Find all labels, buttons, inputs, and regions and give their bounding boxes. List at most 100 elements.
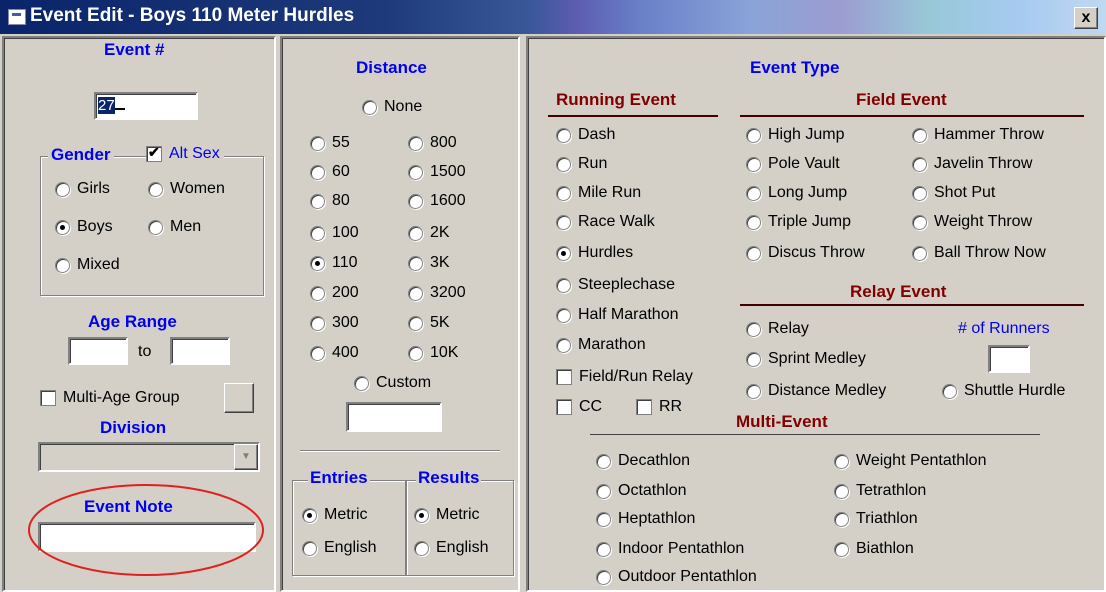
running-mile-run-radio[interactable]: Mile Run [556,184,641,202]
entries-english-radio[interactable]: English [302,539,376,557]
running-marathon-radio[interactable]: Marathon [556,336,646,354]
chevron-down-icon[interactable]: ▼ [234,444,258,470]
multi-outdoor-pentathlon-radio[interactable]: Outdoor Pentathlon [596,568,757,586]
distance-5k-radio[interactable]: 5K [408,314,450,332]
radio-label: Hammer Throw [934,126,1044,143]
radio-label: 3200 [430,284,466,301]
relay-relay-radio[interactable]: Relay [746,320,809,338]
multi-age-group-button[interactable] [224,383,254,413]
radio-dot [55,257,70,273]
radio-label: Marathon [578,336,646,353]
gender-women-radio[interactable]: Women [148,180,225,198]
running-run-radio[interactable]: Run [556,155,607,173]
radio-label: None [384,98,423,115]
running-dash-radio[interactable]: Dash [556,126,615,144]
runners-input[interactable] [988,345,1030,373]
cc-checkbox[interactable]: CC [556,398,602,416]
field-shot-put-radio[interactable]: Shot Put [912,184,995,202]
results-metric-radio[interactable]: Metric [414,506,480,524]
distance-80-radio[interactable]: 80 [310,192,350,210]
gender-mixed-radio[interactable]: Mixed [55,256,120,274]
multi-biathlon-radio[interactable]: Biathlon [834,540,914,558]
alt-sex-label: Alt Sex [169,145,220,162]
gender-girls-radio[interactable]: Girls [55,180,110,198]
field-pole-vault-radio[interactable]: Pole Vault [746,155,840,173]
multi-octathlon-radio[interactable]: Octathlon [596,482,686,500]
radio-label: High Jump [768,126,845,143]
relay-sprint-medley-radio[interactable]: Sprint Medley [746,350,866,368]
field-javelin-throw-radio[interactable]: Javelin Throw [912,155,1032,173]
alt-sex-checkbox[interactable]: Alt Sex [146,144,224,163]
distance-110-radio[interactable]: 110 [310,254,358,272]
age-from-input[interactable] [68,337,128,365]
gender-men-radio[interactable]: Men [148,218,201,236]
field-run-relay-checkbox[interactable]: Field/Run Relay [556,368,693,386]
radio-label: Dash [578,126,616,143]
radio-label: Weight Pentathlon [856,452,987,469]
distance-400-radio[interactable]: 400 [310,344,359,362]
radio-dot [556,127,571,143]
distance-header: Distance [356,58,427,77]
running-steeplechase-radio[interactable]: Steeplechase [556,276,675,294]
distance-2k-radio[interactable]: 2K [408,224,450,242]
running-underline [548,115,718,117]
relay-shuttle-hurdle-radio[interactable]: Shuttle Hurdle [942,382,1065,400]
close-button[interactable]: x [1074,7,1098,29]
multi-heptathlon-radio[interactable]: Heptathlon [596,510,695,528]
distance-none-radio[interactable]: None [362,98,422,116]
distance-300-radio[interactable]: 300 [310,314,359,332]
distance-1600-radio[interactable]: 1600 [408,192,466,210]
field-hammer-throw-radio[interactable]: Hammer Throw [912,126,1044,144]
multi-tetrathlon-radio[interactable]: Tetrathlon [834,482,926,500]
field-discus-throw-radio[interactable]: Discus Throw [746,244,865,262]
radio-dot [310,193,325,209]
radio-label: Decathlon [618,452,691,469]
radio-label: Hurdles [578,244,634,261]
distance-10k-radio[interactable]: 10K [408,344,458,362]
multi-weight-pentathlon-radio[interactable]: Weight Pentathlon [834,452,986,470]
results-english-radio[interactable]: English [414,539,488,557]
radio-dot [302,507,317,523]
distance-1500-radio[interactable]: 1500 [408,163,466,181]
division-dropdown[interactable]: ▼ [38,442,260,472]
radio-dot [746,214,761,230]
field-weight-throw-radio[interactable]: Weight Throw [912,213,1032,231]
radio-label: 60 [332,163,350,180]
distance-60-radio[interactable]: 60 [310,163,350,181]
distance-200-radio[interactable]: 200 [310,284,359,302]
age-range-label: Age Range [88,312,177,331]
entries-metric-radio[interactable]: Metric [302,506,368,524]
distance-55-radio[interactable]: 55 [310,134,350,152]
radio-dot [310,345,325,361]
multi-decathlon-radio[interactable]: Decathlon [596,452,690,470]
field-long-jump-radio[interactable]: Long Jump [746,184,847,202]
highlight-ellipse [28,484,264,576]
radio-label: Weight Throw [934,213,1033,230]
custom-distance-input[interactable] [346,402,442,432]
age-to-input[interactable] [170,337,230,365]
distance-3k-radio[interactable]: 3K [408,254,450,272]
multi-triathlon-radio[interactable]: Triathlon [834,510,918,528]
field-high-jump-radio[interactable]: High Jump [746,126,844,144]
running-hurdles-radio[interactable]: Hurdles [556,244,633,262]
multi-age-group-checkbox[interactable]: Multi-Age Group [40,389,180,407]
running-half-marathon-radio[interactable]: Half Marathon [556,306,679,324]
gender-boys-radio[interactable]: Boys [55,218,113,236]
distance-800-radio[interactable]: 800 [408,134,457,152]
radio-label: Custom [376,374,432,391]
field-triple-jump-radio[interactable]: Triple Jump [746,213,851,231]
entries-label: Entries [308,468,370,488]
radio-label: 1600 [430,192,466,209]
field-ball-throw-radio[interactable]: Ball Throw Now [912,244,1046,262]
multi-indoor-pentathlon-radio[interactable]: Indoor Pentathlon [596,540,744,558]
radio-dot [596,541,611,557]
event-number-input[interactable]: 27 [94,92,198,120]
distance-3200-radio[interactable]: 3200 [408,284,466,302]
radio-label: Run [578,155,608,172]
running-race-walk-radio[interactable]: Race Walk [556,213,655,231]
distance-100-radio[interactable]: 100 [310,224,359,242]
runners-label: # of Runners [958,320,1050,337]
rr-checkbox[interactable]: RR [636,398,682,416]
relay-distance-medley-radio[interactable]: Distance Medley [746,382,886,400]
distance-custom-radio[interactable]: Custom [354,374,431,392]
